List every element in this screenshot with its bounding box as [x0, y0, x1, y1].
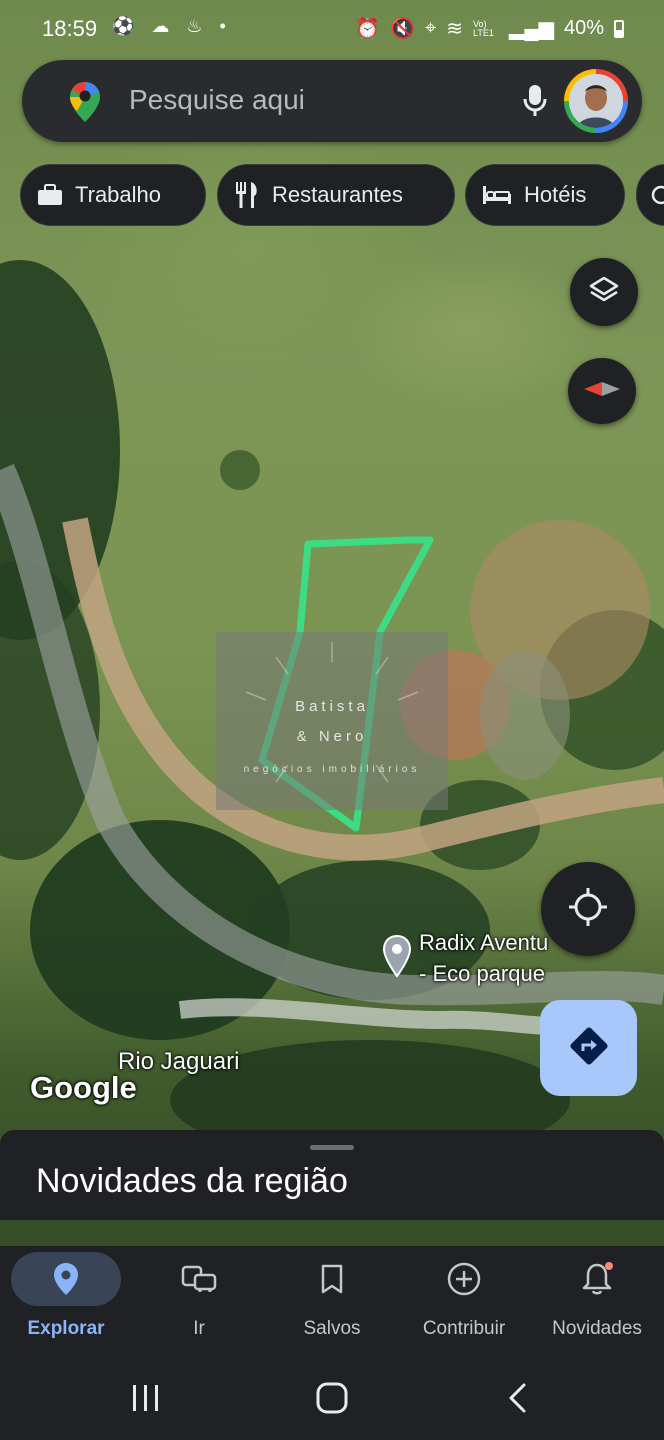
recent-apps-icon[interactable] [130, 1384, 162, 1417]
gas-station-icon [651, 183, 664, 207]
place-name-line2[interactable]: - Eco parque [419, 961, 545, 987]
nav-label: Ir [193, 1318, 205, 1339]
nav-label: Explorar [27, 1318, 105, 1339]
bell-icon [542, 1252, 652, 1306]
battery-icon [614, 19, 624, 38]
chip-label: Hotéis [524, 182, 587, 207]
chip-hotels[interactable]: Hotéis [465, 164, 625, 226]
compass-icon [580, 379, 624, 404]
search-bar[interactable]: Pesquise aqui [22, 60, 642, 142]
mute-icon: 🔇 [390, 18, 415, 40]
commute-icon [144, 1252, 254, 1306]
sheet-title: Novidades da região [36, 1162, 348, 1200]
back-icon[interactable] [506, 1382, 530, 1419]
watermark-subtitle: & Nero [296, 728, 368, 745]
place-name[interactable]: Radix Aventu [419, 930, 548, 956]
status-bar: 18:59 ⚽ ☁ ♨ • ⏰ 🔇 ⌖ ≋ Vo) LTE1 ▂▄▆ 40% [0, 0, 664, 58]
alarm-icon: ⏰ [355, 18, 381, 40]
briefcase-icon [37, 184, 63, 206]
wifi-icon: ≋ [446, 18, 464, 40]
chip-label: Trabalho [75, 182, 162, 207]
chip-restaurants[interactable]: Restaurantes [217, 164, 455, 226]
system-navigation [0, 1356, 664, 1440]
home-icon[interactable] [316, 1382, 348, 1419]
nav-label: Contribuir [422, 1318, 506, 1339]
signal-icon: ▂▄▆ [509, 18, 554, 40]
account-avatar[interactable] [564, 69, 628, 133]
microphone-icon[interactable] [522, 84, 548, 123]
avatar-photo [569, 74, 623, 128]
chip-work[interactable]: Trabalho [20, 164, 206, 226]
nav-label: Novidades [552, 1318, 642, 1339]
add-circle-icon [409, 1252, 519, 1306]
explore-pin-icon [11, 1252, 121, 1306]
bottom-sheet[interactable]: Novidades da região [0, 1130, 664, 1220]
notification-icons: ⚽ ☁ ♨ • [112, 16, 232, 36]
search-input[interactable]: Pesquise aqui [129, 84, 305, 116]
watermark-title: Batista [295, 698, 369, 715]
my-location-button[interactable] [541, 862, 635, 956]
bed-icon [482, 185, 512, 205]
google-attribution: Google [30, 1070, 137, 1105]
nav-contribute[interactable]: Contribuir [398, 1246, 530, 1356]
layers-button[interactable] [570, 258, 638, 326]
chip-label: Restaurantes [272, 182, 403, 207]
nav-label: Salvos [303, 1318, 361, 1339]
my-location-icon [568, 887, 608, 932]
location-icon: ⌖ [425, 17, 437, 39]
nav-saved[interactable]: Salvos [266, 1246, 398, 1356]
watermark-rays [245, 642, 419, 783]
status-time: 18:59 [42, 16, 98, 41]
realtor-watermark: Batista & Nero negócios imobiliários [216, 632, 448, 810]
battery-percent: 40% [563, 17, 604, 39]
nav-updates[interactable]: Novidades [531, 1246, 663, 1356]
nav-go[interactable]: Ir [133, 1246, 265, 1356]
compass-button[interactable] [568, 358, 636, 424]
watermark-tagline: negócios imobiliários [243, 764, 421, 775]
layers-icon [588, 274, 620, 311]
sheet-drag-handle[interactable] [310, 1145, 354, 1150]
directions-button[interactable] [540, 1000, 637, 1096]
network-label: Vo) LTE1 [473, 18, 494, 38]
place-pin-icon[interactable] [382, 934, 412, 983]
nav-explore[interactable]: Explorar [0, 1246, 132, 1356]
bookmark-icon [277, 1252, 387, 1306]
google-maps-pin-icon [68, 80, 102, 129]
bottom-navigation: Explorar Ir Salvos Contribuir Novidades [0, 1246, 664, 1356]
directions-icon [569, 1026, 609, 1071]
fork-knife-icon [234, 181, 260, 209]
